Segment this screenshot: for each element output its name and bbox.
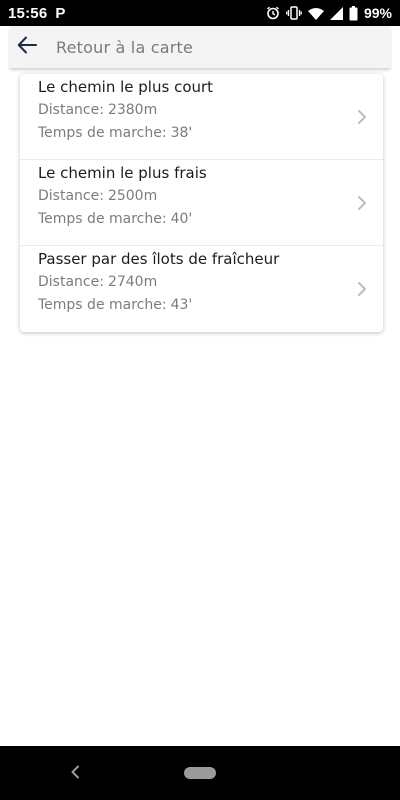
status-right: 99% <box>266 5 392 21</box>
header-bar: Retour à la carte <box>10 26 390 68</box>
distance-value: 2380m <box>107 102 158 118</box>
route-title: Passer par des îlots de fraîcheur <box>38 250 280 268</box>
signal-icon <box>329 6 343 20</box>
route-title: Le chemin le plus frais <box>38 164 207 182</box>
status-time: 15:56 <box>8 4 48 22</box>
distance-label: Distance: <box>38 102 104 118</box>
route-title: Le chemin le plus court <box>38 78 214 96</box>
nav-home-pill[interactable] <box>184 767 216 779</box>
status-left: 15:56 P <box>8 5 65 22</box>
back-to-map-link[interactable]: Retour à la carte <box>56 38 193 57</box>
route-walk-time: Temps de marche: 40' <box>38 210 383 229</box>
status-bar: 15:56 P 99% <box>0 0 400 26</box>
route-distance: Distance: 2500m <box>38 187 383 206</box>
system-nav-bar <box>0 746 400 800</box>
route-item-shortest[interactable]: Le chemin le plus court Distance: 2380m T… <box>20 74 383 160</box>
route-item-cool-islands[interactable]: Passer par des îlots de fraîcheur Distan… <box>20 246 383 332</box>
walk-time-value: 40' <box>170 211 193 227</box>
route-walk-time: Temps de marche: 43' <box>38 296 383 315</box>
arrow-left-icon <box>17 36 37 58</box>
distance-label: Distance: <box>38 188 104 204</box>
walk-time-label: Temps de marche: <box>38 125 167 141</box>
alarm-icon <box>266 6 280 20</box>
app-notification-icon: P <box>55 4 66 22</box>
back-button[interactable] <box>12 32 42 62</box>
battery-icon <box>349 5 358 21</box>
distance-value: 2740m <box>107 274 158 290</box>
walk-time-label: Temps de marche: <box>38 297 167 313</box>
vibrate-icon <box>286 6 302 20</box>
distance-value: 2500m <box>107 188 158 204</box>
chevron-right-icon <box>357 109 367 129</box>
wifi-icon <box>307 7 324 20</box>
route-item-coolest[interactable]: Le chemin le plus frais Distance: 2500m T… <box>20 160 383 246</box>
route-walk-time: Temps de marche: 38' <box>38 124 383 143</box>
chevron-right-icon <box>357 195 367 215</box>
walk-time-value: 43' <box>170 297 193 313</box>
route-distance: Distance: 2380m <box>38 101 383 120</box>
battery-percent: 99% <box>363 5 392 21</box>
distance-label: Distance: <box>38 274 104 290</box>
walk-time-label: Temps de marche: <box>38 211 167 227</box>
nav-back-button[interactable] <box>70 764 80 783</box>
route-list-card: Le chemin le plus court Distance: 2380m T… <box>20 74 383 332</box>
walk-time-value: 38' <box>170 125 193 141</box>
chevron-right-icon <box>357 281 367 301</box>
route-distance: Distance: 2740m <box>38 273 383 292</box>
